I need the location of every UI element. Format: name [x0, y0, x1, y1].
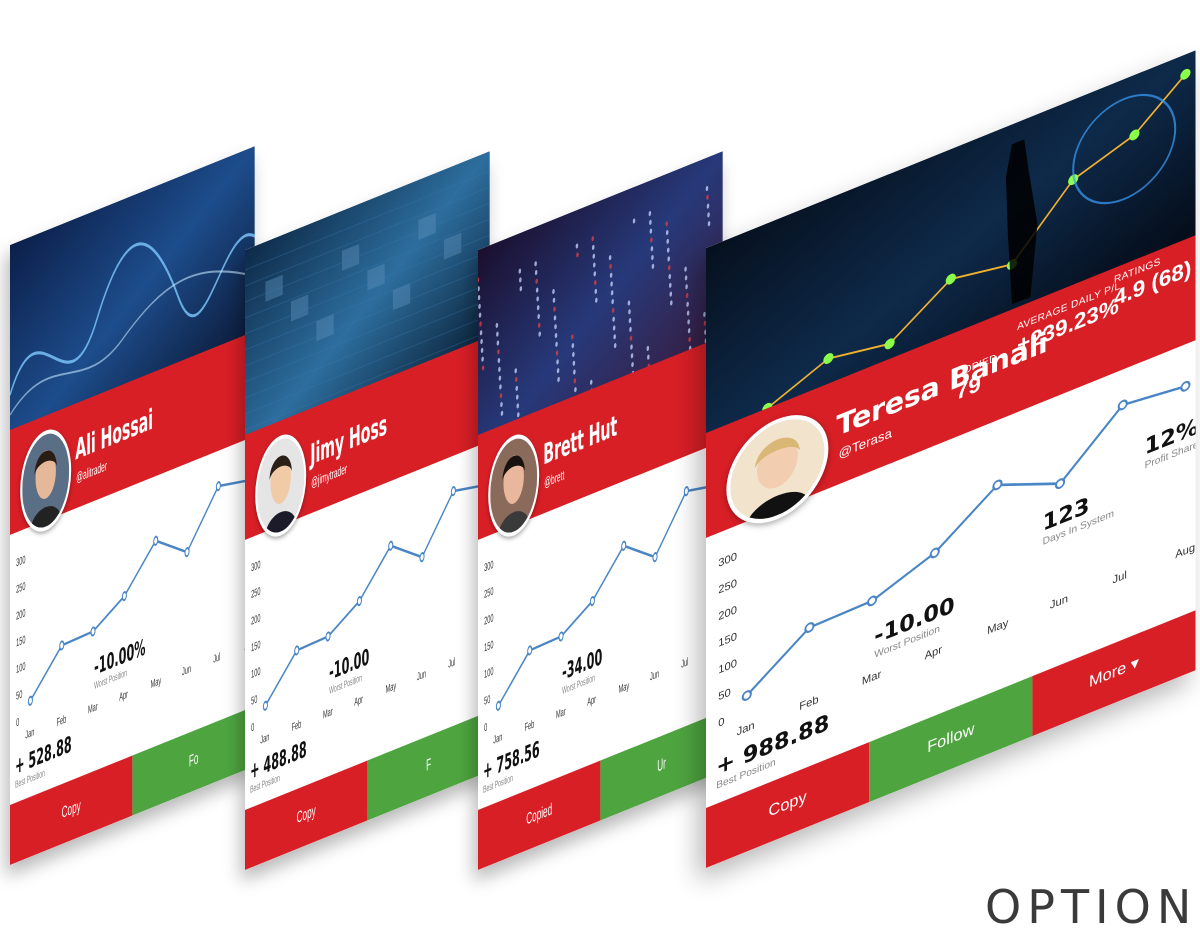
x-tick-label: Jun: [182, 662, 191, 678]
y-tick-label: 50: [251, 692, 257, 707]
data-point: [153, 535, 159, 546]
y-tick-label: 100: [16, 659, 25, 675]
brand-logo-partial: OPTION: [985, 880, 1198, 934]
x-tick-label: Jun: [1050, 593, 1068, 612]
data-point: [558, 631, 564, 642]
x-tick-label: Jul: [213, 650, 220, 665]
x-tick-label: Jun: [650, 667, 659, 683]
data-point: [867, 595, 878, 607]
x-tick-label: Mar: [88, 700, 98, 716]
data-point: [804, 622, 815, 633]
x-tick-label: Jan: [493, 730, 502, 746]
y-tick-label: 300: [484, 558, 493, 574]
data-point: [589, 596, 595, 607]
trader-card: Brett Hut @brett 0 50 100 150 200 250 300 Jan Fe…: [478, 151, 723, 871]
data-point: [90, 626, 96, 637]
y-tick-label: 200: [251, 611, 260, 627]
x-tick-label: May: [987, 617, 1008, 637]
x-tick-label: Apr: [587, 692, 596, 708]
y-tick-label: 300: [718, 551, 737, 570]
data-point: [121, 591, 127, 602]
data-point: [929, 547, 940, 559]
x-tick-label: Jan: [260, 730, 269, 746]
y-tick-label: 200: [718, 604, 737, 623]
trader-card: Ali Hossai @alitrader 0 50 100 150 200 250 300…: [10, 146, 255, 866]
data-point: [652, 552, 658, 563]
y-tick-label: 100: [718, 658, 737, 677]
trader-card: Teresa Banali @Terasa 0 50 100 150 200 250 300…: [706, 50, 1196, 868]
data-point: [325, 631, 331, 642]
data-point: [1117, 399, 1128, 411]
data-point: [59, 640, 65, 651]
data-point: [495, 700, 501, 711]
y-tick-label: 200: [16, 606, 25, 622]
x-tick-label: Mar: [862, 669, 881, 688]
x-tick-label: Jul: [1113, 569, 1127, 586]
data-point: [1054, 478, 1066, 490]
y-tick-label: 0: [251, 720, 254, 734]
x-tick-label: Feb: [57, 712, 67, 728]
data-point: [621, 540, 627, 551]
y-tick-label: 250: [718, 578, 737, 597]
x-tick-label: May: [619, 679, 630, 696]
data-point: [450, 486, 456, 497]
x-tick-label: Jul: [448, 655, 455, 670]
x-tick-label: Aug: [1175, 542, 1195, 561]
data-point: [294, 645, 300, 656]
y-tick-label: 300: [251, 558, 260, 574]
y-tick-label: 50: [718, 687, 730, 703]
y-tick-label: 250: [251, 584, 260, 600]
y-tick-label: 250: [16, 579, 25, 595]
data-point: [683, 486, 689, 497]
x-tick-label: May: [386, 679, 397, 696]
y-tick-label: 0: [484, 720, 487, 734]
y-tick-label: 300: [16, 553, 25, 569]
data-point: [262, 700, 268, 711]
data-point: [184, 547, 190, 558]
data-point: [419, 552, 425, 563]
x-tick-label: Feb: [292, 717, 302, 733]
data-point: [215, 481, 221, 492]
y-tick-label: 200: [484, 611, 493, 627]
x-tick-label: Jan: [737, 720, 755, 739]
y-tick-label: 100: [251, 664, 260, 680]
trader-card: Jimy Hoss @jimytrader 0 50 100 150 200 250 300…: [245, 151, 490, 871]
x-tick-label: Mar: [556, 705, 566, 721]
y-tick-label: 150: [484, 638, 493, 654]
x-tick-label: Jul: [681, 655, 688, 670]
data-point: [356, 596, 362, 607]
data-point: [527, 645, 533, 656]
data-point: [388, 540, 394, 551]
showcase-stage: Ali Hossai @alitrader 0 50 100 150 200 250 300…: [0, 0, 1200, 920]
data-point: [1180, 380, 1191, 392]
y-tick-label: 0: [16, 715, 19, 729]
x-tick-label: Apr: [925, 644, 943, 663]
x-tick-label: Apr: [119, 687, 128, 703]
y-tick-label: 0: [718, 716, 724, 730]
y-tick-label: 50: [484, 692, 490, 707]
y-tick-label: 250: [484, 584, 493, 600]
y-tick-label: 100: [484, 664, 493, 680]
x-tick-label: Apr: [354, 692, 363, 708]
data-point: [741, 690, 752, 701]
x-tick-label: Jun: [417, 667, 426, 683]
y-tick-label: 150: [251, 638, 260, 654]
y-tick-label: 50: [16, 687, 22, 702]
x-tick-label: Mar: [323, 705, 333, 721]
x-tick-label: Feb: [799, 694, 818, 713]
y-tick-label: 150: [718, 631, 737, 650]
data-point: [27, 695, 33, 706]
data-point: [992, 479, 1003, 491]
x-tick-label: May: [151, 674, 162, 691]
x-tick-label: Feb: [525, 717, 535, 733]
y-tick-label: 150: [16, 633, 25, 649]
x-tick-label: Jan: [25, 725, 34, 741]
